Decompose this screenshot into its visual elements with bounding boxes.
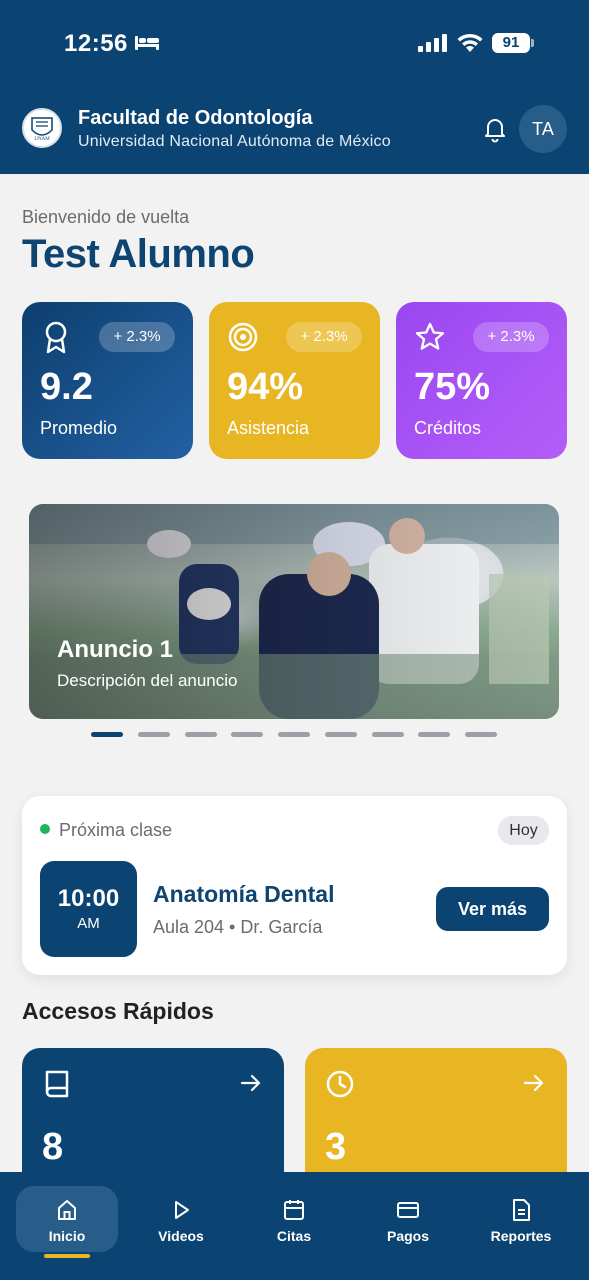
- target-icon: [228, 322, 258, 352]
- app-header: 12:56 91 UNAM Facultad de Odontología Un…: [0, 0, 589, 174]
- nav-label: Pagos: [386, 1228, 429, 1244]
- stat-change-badge: + 2.3%: [99, 322, 175, 352]
- nav-item-videos[interactable]: Videos: [130, 1186, 232, 1252]
- stat-change-badge: + 2.3%: [473, 322, 549, 352]
- header-title: Facultad de Odontología: [78, 107, 313, 129]
- user-avatar[interactable]: TA: [519, 105, 567, 153]
- bottom-navigation: Inicio Videos Citas Pagos Reportes: [0, 1172, 589, 1280]
- view-more-button[interactable]: Ver más: [436, 887, 549, 931]
- carousel-dot[interactable]: [185, 732, 217, 737]
- carousel-dot[interactable]: [418, 732, 450, 737]
- stat-card-asistencia[interactable]: + 2.3% 94% Asistencia: [209, 302, 380, 459]
- card-icon: [397, 1202, 419, 1218]
- stat-label: Asistencia: [227, 418, 310, 438]
- quick-access-title: Accesos Rápidos: [22, 998, 214, 1024]
- carousel-dot[interactable]: [231, 732, 263, 737]
- active-tab-indicator: [44, 1254, 90, 1258]
- nav-label: Videos: [158, 1228, 204, 1244]
- carousel-dot[interactable]: [278, 732, 310, 737]
- nav-item-pagos[interactable]: Pagos: [357, 1186, 459, 1252]
- header-subtitle: Universidad Nacional Autónoma de México: [78, 133, 391, 150]
- nav-item-citas[interactable]: Citas: [243, 1186, 345, 1252]
- stat-label: Promedio: [40, 418, 118, 438]
- carousel-dot[interactable]: [465, 732, 497, 737]
- live-status-dot: [40, 824, 50, 834]
- quick-access-value: 8: [42, 1126, 64, 1168]
- play-icon: [175, 1201, 189, 1219]
- announcement-carousel[interactable]: Anuncio 1 Descripción del anuncio: [29, 504, 559, 719]
- class-subject: Anatomía Dental: [153, 881, 335, 907]
- status-time: 12:56: [64, 30, 128, 57]
- nav-item-inicio[interactable]: Inicio: [16, 1186, 118, 1252]
- book-icon: [45, 1070, 69, 1098]
- award-icon: [45, 321, 67, 354]
- stat-value: 94%: [227, 366, 304, 408]
- unam-logo: UNAM: [22, 108, 62, 148]
- class-time: 10:00: [57, 885, 120, 912]
- arrow-right-icon: [523, 1074, 544, 1092]
- arrow-right-icon: [240, 1074, 261, 1092]
- clock-icon: [326, 1070, 354, 1098]
- announcement-description: Descripción del anuncio: [57, 671, 238, 690]
- notification-bell-icon[interactable]: [481, 115, 509, 143]
- nav-label: Inicio: [48, 1228, 86, 1244]
- status-bar: 12:56 91: [0, 0, 589, 90]
- sleep-focus-icon: [135, 36, 159, 50]
- student-name: Test Alumno: [22, 232, 255, 276]
- class-location: Aula 204 • Dr. García: [153, 917, 323, 937]
- class-time-ampm: AM: [77, 915, 100, 932]
- stat-card-creditos[interactable]: + 2.3% 75% Créditos: [396, 302, 567, 459]
- nav-item-reportes[interactable]: Reportes: [470, 1186, 572, 1252]
- announcement-title: Anuncio 1: [57, 636, 174, 663]
- stat-value: 9.2: [40, 366, 93, 408]
- stat-value: 75%: [414, 366, 491, 408]
- battery-indicator: 91: [492, 33, 534, 53]
- stat-card-promedio[interactable]: + 2.3% 9.2 Promedio: [22, 302, 193, 459]
- wifi-icon: [457, 33, 483, 52]
- stat-change-badge: + 2.3%: [286, 322, 362, 352]
- quick-access-value: 3: [325, 1126, 347, 1168]
- welcome-greeting: Bienvenido de vuelta: [22, 207, 190, 227]
- today-badge: Hoy: [498, 816, 549, 845]
- stat-label: Créditos: [414, 418, 482, 438]
- next-class-label: Próxima clase: [59, 820, 173, 840]
- carousel-pagination: [91, 732, 501, 738]
- carousel-dot[interactable]: [325, 732, 357, 737]
- carousel-dot[interactable]: [372, 732, 404, 737]
- battery-level: 91: [492, 33, 530, 53]
- class-time-box: 10:00 AM: [40, 861, 137, 957]
- nav-label: Reportes: [490, 1228, 552, 1244]
- logo-text: UNAM: [34, 137, 50, 142]
- home-icon: [58, 1200, 76, 1220]
- cellular-signal-icon: [418, 34, 447, 52]
- star-icon: [415, 322, 445, 350]
- carousel-dot[interactable]: [138, 732, 170, 737]
- nav-label: Citas: [276, 1228, 312, 1244]
- carousel-dot[interactable]: [91, 732, 123, 737]
- calendar-icon: [284, 1200, 304, 1220]
- next-class-card: Próxima clase Hoy 10:00 AM Anatomía Dent…: [22, 796, 567, 975]
- document-icon: [513, 1199, 530, 1221]
